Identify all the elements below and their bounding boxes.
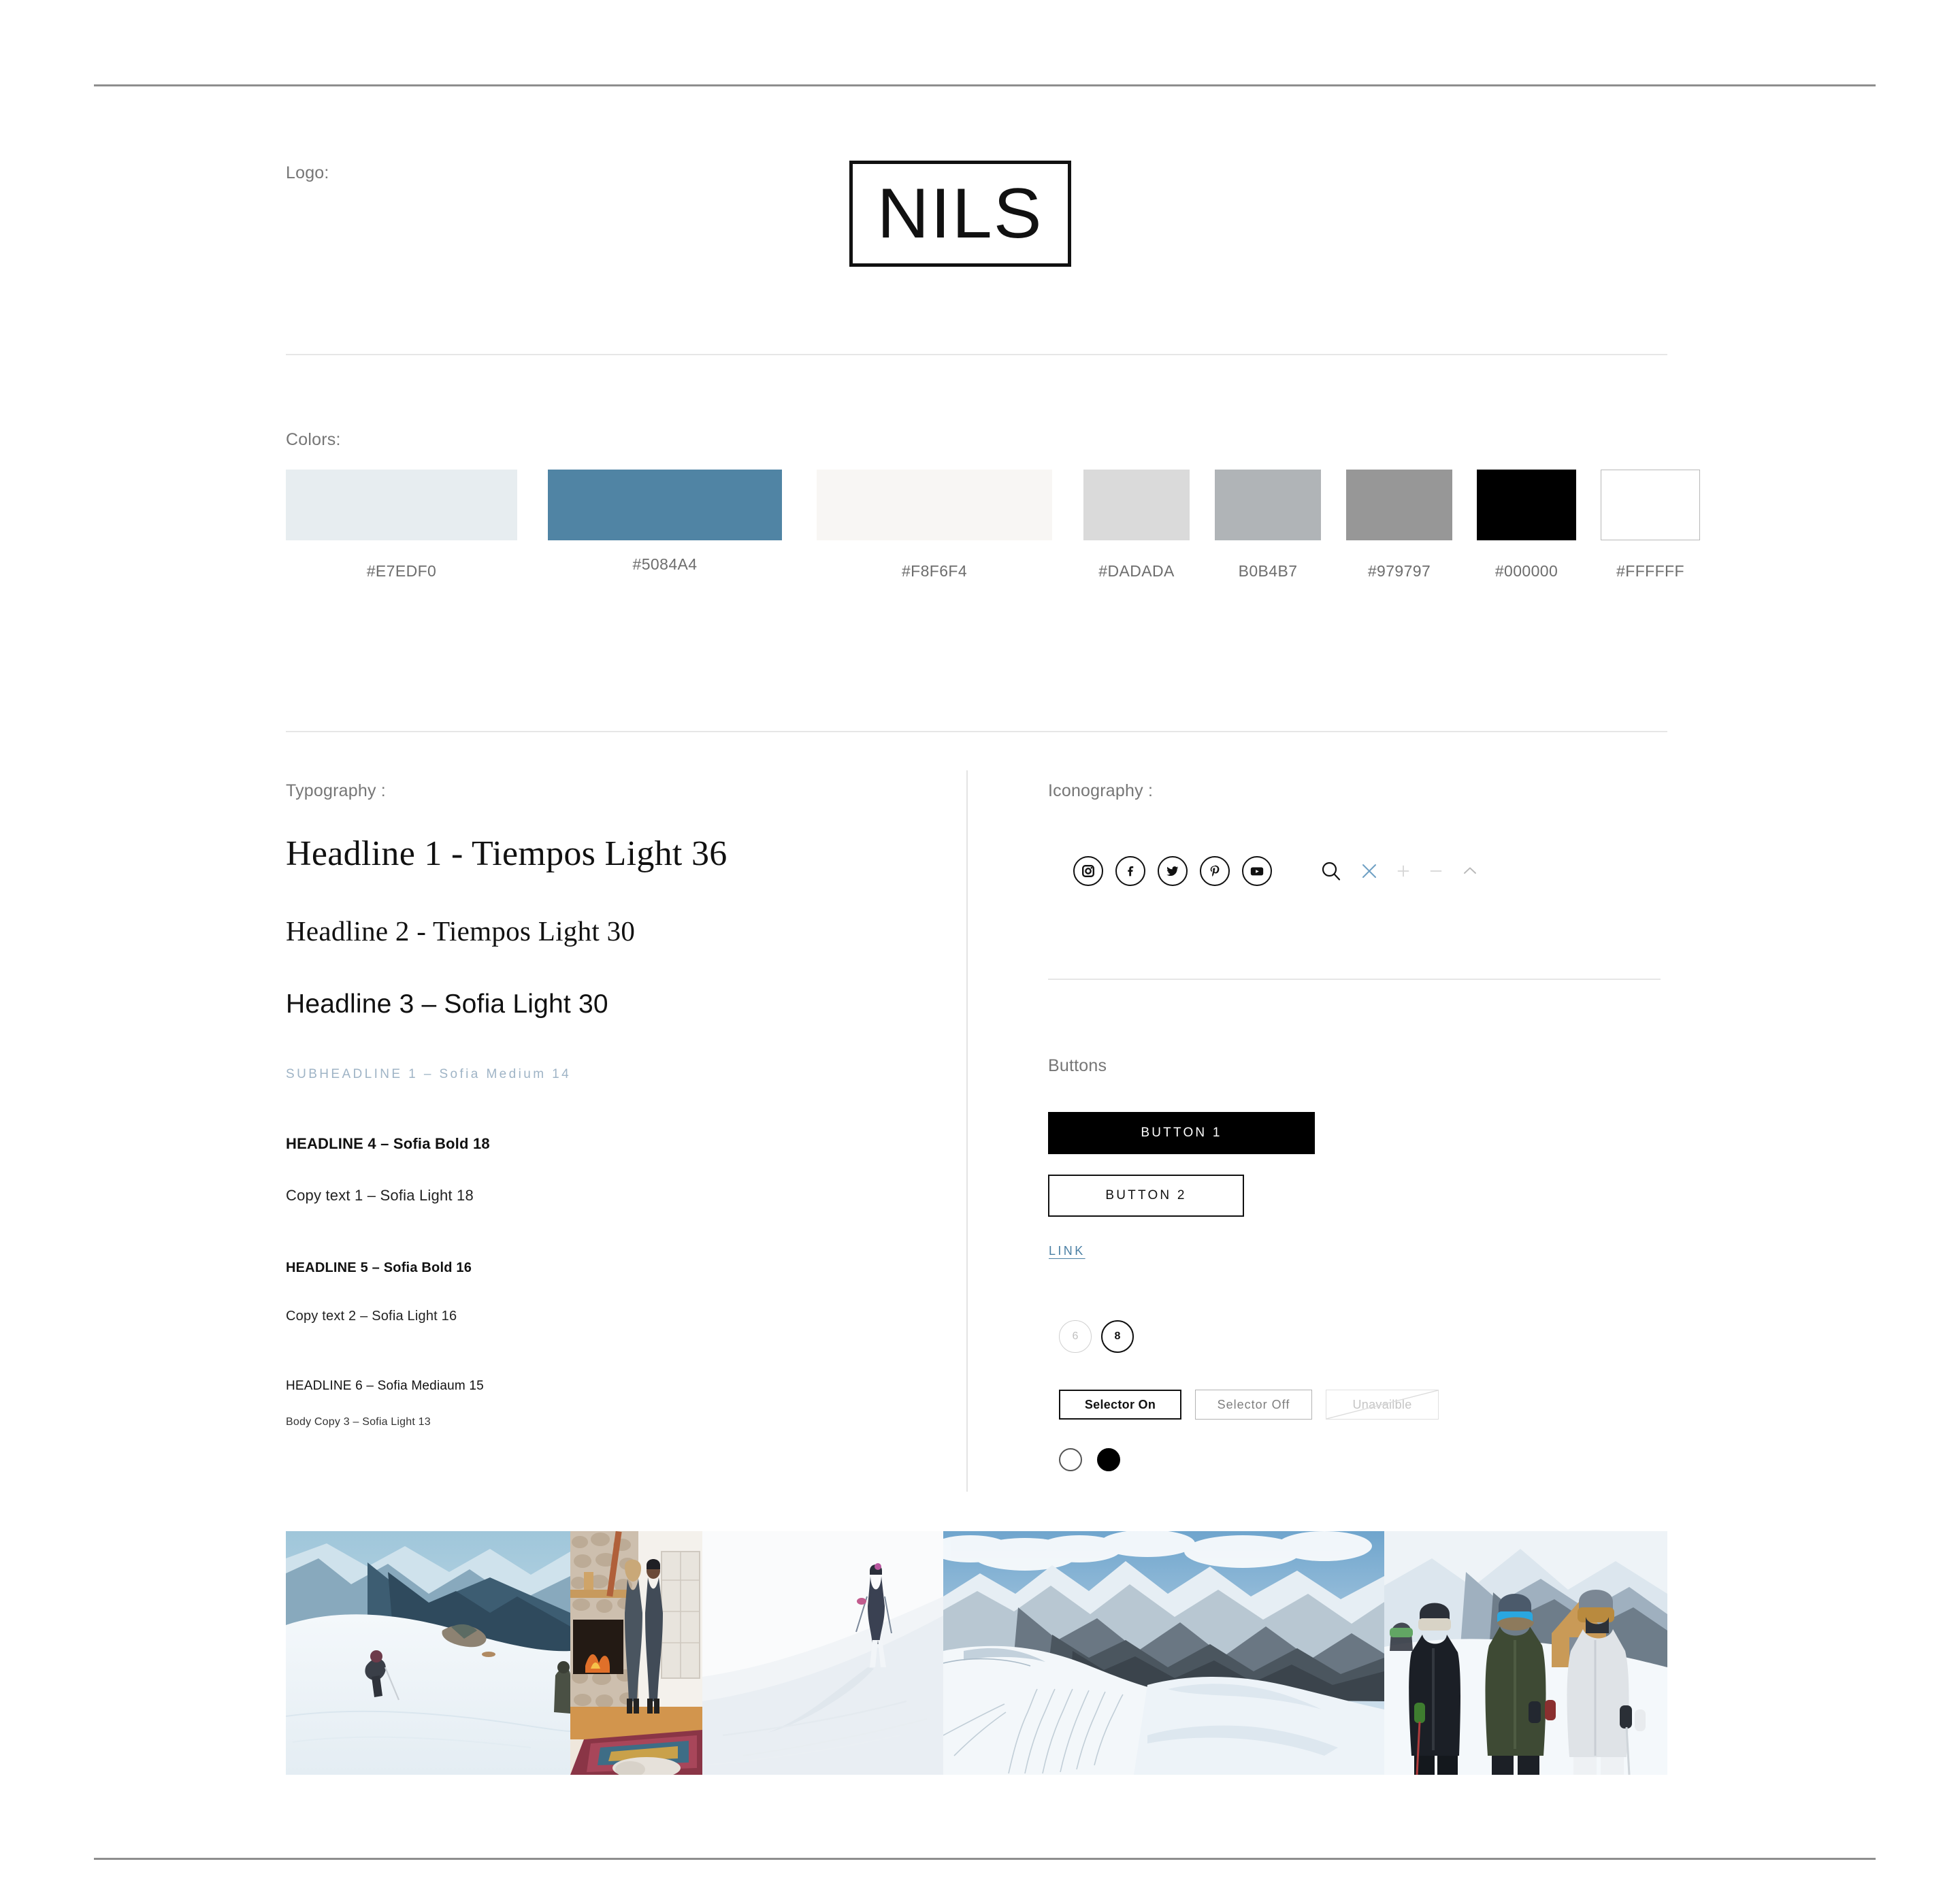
swatch-chip (1346, 470, 1452, 540)
swatch-chip (548, 470, 782, 540)
swatch-hex-label: #FFFFFF (1616, 562, 1684, 580)
type-specimen-headline-1: Headline 1 - Tiempos Light 36 (286, 834, 728, 873)
logo-wordmark: NILS (877, 174, 1044, 253)
swatch-chip (1083, 470, 1190, 540)
swatch-hex-label: #F8F6F4 (901, 562, 968, 580)
column-divider (966, 770, 968, 1492)
pinterest-icon[interactable] (1200, 856, 1230, 886)
photo-skiers-on-snowy-mountain-slope (286, 1531, 570, 1775)
logo-mark: NILS (849, 161, 1071, 267)
button-secondary[interactable]: BUTTON 2 (1048, 1175, 1244, 1217)
color-swatch-row: #E7EDF0 #5084A4 #F8F6F4 #DADADA B0B4B7 #… (286, 470, 1700, 606)
search-icon[interactable] (1320, 859, 1343, 883)
type-specimen-headline-6: HEADLINE 6 – Sofia Mediaum 15 (286, 1379, 484, 1393)
selector-unavailable-label: Unavailble (1352, 1397, 1412, 1411)
button-primary[interactable]: BUTTON 1 (1048, 1112, 1315, 1154)
swatch-chip (286, 470, 517, 540)
color-swatch: B0B4B7 (1215, 470, 1321, 580)
radio-unselected[interactable] (1059, 1448, 1082, 1471)
type-specimen-headline-2: Headline 2 - Tiempos Light 30 (286, 915, 636, 947)
swatch-chip (817, 470, 1052, 540)
photo-two-women-by-lodge-fireplace (570, 1531, 702, 1775)
minus-icon[interactable] (1428, 864, 1443, 879)
icon-row (1073, 856, 1497, 886)
photo-three-skiers-in-goggles-and-jackets (1384, 1531, 1667, 1775)
iconography-section-divider (1048, 979, 1661, 980)
type-specimen-headline-5: HEADLINE 5 – Sofia Bold 16 (286, 1260, 472, 1275)
buttons-section-label: Buttons (1048, 1056, 1107, 1075)
close-x-icon[interactable] (1360, 862, 1378, 880)
color-swatch: #FFFFFF (1601, 470, 1700, 580)
typography-section-label: Typography : (286, 781, 386, 800)
selector-unavailable[interactable]: Unavailble (1326, 1390, 1439, 1420)
text-link[interactable]: LINK (1049, 1244, 1085, 1258)
selector-on[interactable]: Selector On (1059, 1390, 1181, 1420)
swatch-hex-label: #5084A4 (632, 555, 698, 573)
plus-icon[interactable] (1396, 864, 1411, 879)
youtube-icon[interactable] (1242, 856, 1272, 886)
colors-section-divider (286, 731, 1667, 732)
brand-style-guide-page: Logo: NILS Colors: #E7EDF0 #5084A4 #F8F6… (0, 0, 1960, 1900)
selector-off[interactable]: Selector Off (1195, 1390, 1312, 1420)
type-specimen-bodycopy-3: Body Copy 3 – Sofia Light 13 (286, 1416, 431, 1428)
photo-strip (286, 1531, 1667, 1775)
chevron-up-icon[interactable] (1461, 864, 1479, 879)
swatch-hex-label: #DADADA (1098, 562, 1175, 580)
type-specimen-copytext-1: Copy text 1 – Sofia Light 18 (286, 1187, 474, 1204)
logo-section-divider (286, 354, 1667, 355)
type-specimen-headline-4: HEADLINE 4 – Sofia Bold 18 (286, 1135, 490, 1152)
swatch-hex-label: #E7EDF0 (366, 562, 437, 580)
color-swatch: #979797 (1346, 470, 1452, 580)
twitter-icon[interactable] (1158, 856, 1188, 886)
color-swatch: #5084A4 (548, 470, 782, 573)
color-swatch: #000000 (1477, 470, 1576, 580)
iconography-section-label: Iconography : (1048, 781, 1154, 800)
typography-specimens: Headline 1 - Tiempos Light 36 Headline 2… (286, 834, 939, 1428)
swatch-hex-label: B0B4B7 (1238, 562, 1298, 580)
color-swatch: #DADADA (1083, 470, 1190, 580)
color-swatch: #E7EDF0 (286, 470, 517, 580)
radio-selected[interactable] (1097, 1448, 1120, 1471)
swatch-chip (1477, 470, 1576, 540)
type-specimen-headline-3: Headline 3 – Sofia Light 30 (286, 989, 608, 1019)
photo-lone-skier-on-white-slope (702, 1531, 943, 1775)
top-frame-rule (94, 84, 1876, 86)
logo-section-label: Logo: (286, 163, 329, 182)
type-specimen-copytext-2: Copy text 2 – Sofia Light 16 (286, 1309, 457, 1324)
type-specimen-subheadline-1: SUBHEADLINE 1 – Sofia Medium 14 (286, 1067, 572, 1081)
photo-panoramic-snowy-mountain-range-with-ski-tracks (943, 1531, 1384, 1775)
size-option-disabled[interactable]: 6 (1059, 1320, 1092, 1353)
swatch-hex-label: #979797 (1367, 562, 1431, 580)
bottom-frame-rule (94, 1858, 1876, 1860)
instagram-icon[interactable] (1073, 856, 1103, 886)
swatch-chip (1215, 470, 1321, 540)
size-option-selected[interactable]: 8 (1101, 1320, 1134, 1353)
facebook-icon[interactable] (1115, 856, 1145, 886)
swatch-hex-label: #000000 (1494, 562, 1558, 580)
swatch-chip (1601, 470, 1700, 540)
color-swatch: #F8F6F4 (817, 470, 1052, 580)
colors-section-label: Colors: (286, 430, 341, 449)
